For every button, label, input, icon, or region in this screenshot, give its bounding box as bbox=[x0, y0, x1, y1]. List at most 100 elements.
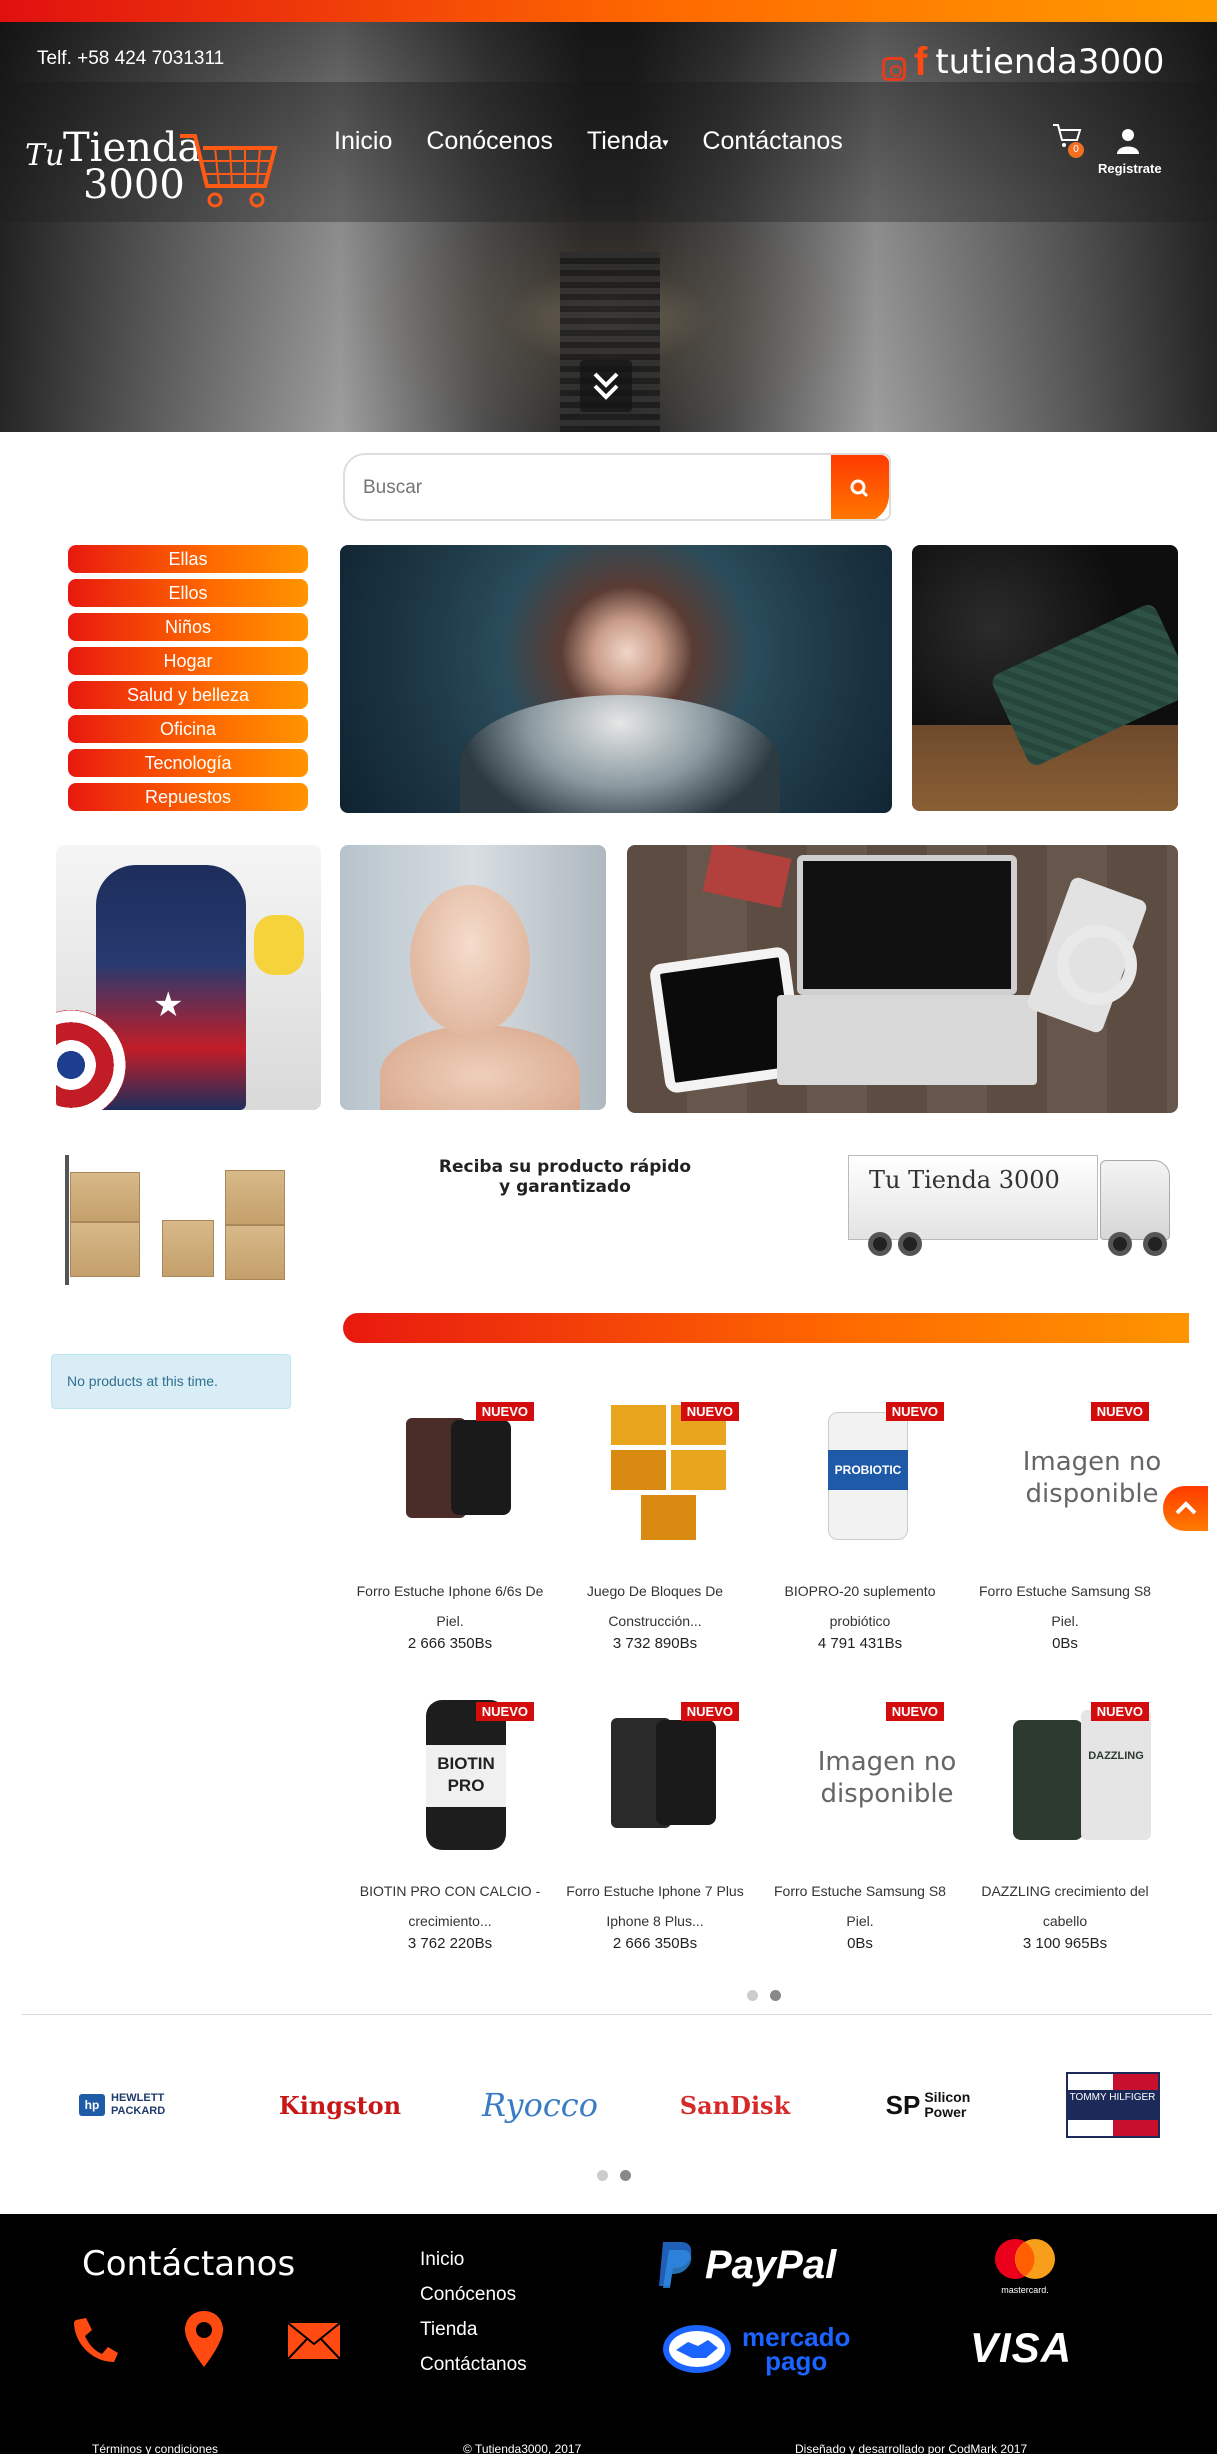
nav-conocenos[interactable]: Conócenos bbox=[426, 127, 552, 156]
footer-link-tienda[interactable]: Tienda bbox=[420, 2312, 527, 2347]
mail-icon[interactable] bbox=[287, 2322, 341, 2360]
top-accent-bar bbox=[0, 0, 1217, 22]
product-image[interactable]: NUEVO bbox=[386, 1390, 542, 1550]
category-repuestos[interactable]: Repuestos bbox=[68, 783, 308, 811]
footer-link-contactanos[interactable]: Contáctanos bbox=[420, 2347, 527, 2382]
product-image[interactable]: NUEVO BIOTIN PRO bbox=[386, 1690, 542, 1850]
carousel-dot[interactable] bbox=[747, 1990, 758, 2001]
new-badge: NUEVO bbox=[680, 1702, 739, 1721]
category-oficina[interactable]: Oficina bbox=[68, 715, 308, 743]
category-ellas[interactable]: Ellas bbox=[68, 545, 308, 573]
category-ellos[interactable]: Ellos bbox=[68, 579, 308, 607]
category-salud-belleza[interactable]: Salud y belleza bbox=[68, 681, 308, 709]
new-badge: NUEVO bbox=[680, 1402, 739, 1421]
footer-links: Inicio Conócenos Tienda Contáctanos bbox=[420, 2242, 527, 2382]
product-name[interactable]: DAZZLING crecimiento del cabello bbox=[965, 1876, 1165, 1936]
product-name[interactable]: Forro Estuche Samsung S8 Piel. bbox=[965, 1576, 1165, 1636]
product-name[interactable]: Forro Estuche Samsung S8 Piel. bbox=[760, 1876, 960, 1936]
brand-carousel-dots bbox=[597, 2170, 631, 2181]
phone-number: Telf. +58 424 7031311 bbox=[37, 48, 225, 69]
product-card[interactable]: NUEVO Imagen no disponible Forro Estuche… bbox=[760, 1690, 960, 1980]
promo-tile-tecnologia[interactable] bbox=[627, 845, 1178, 1113]
site-logo[interactable]: Tu Tienda 3000 bbox=[25, 120, 285, 220]
brand-hp[interactable]: hp HEWLETT PACKARD bbox=[60, 2060, 220, 2150]
product-name[interactable]: BIOPRO-20 suplemento probiótico bbox=[760, 1576, 960, 1636]
product-image[interactable]: NUEVO Imagen no disponible bbox=[796, 1690, 956, 1850]
brand-kingston[interactable]: Kingston bbox=[255, 2060, 425, 2150]
product-name[interactable]: Forro Estuche Iphone 7 Plus Iphone 8 Plus… bbox=[555, 1876, 755, 1936]
promo-tile-ellos[interactable] bbox=[912, 545, 1178, 811]
product-image[interactable]: NUEVO PROBIOTIC bbox=[796, 1390, 952, 1550]
product-price: 0Bs bbox=[847, 1935, 873, 1952]
footer: Contáctanos Inicio Conócenos Tienda Cont… bbox=[0, 2214, 1217, 2456]
nav-inicio[interactable]: Inicio bbox=[334, 127, 392, 156]
footer-link-inicio[interactable]: Inicio bbox=[420, 2242, 527, 2277]
location-pin-icon[interactable] bbox=[182, 2309, 226, 2369]
brand-ryocco[interactable]: Ryocco bbox=[455, 2060, 625, 2150]
search-button[interactable] bbox=[831, 455, 889, 519]
brand-carousel: hp HEWLETT PACKARD Kingston Ryocco SanDi… bbox=[60, 2060, 1180, 2150]
product-price: 4 791 431Bs bbox=[817, 1635, 903, 1652]
product-card[interactable]: NUEVO DAZZLING DAZZLING crecimiento del c… bbox=[965, 1690, 1165, 1980]
product-image[interactable]: NUEVO Imagen no disponible bbox=[1001, 1390, 1161, 1550]
carousel-dot[interactable] bbox=[770, 1990, 781, 2001]
brand-silicon-power[interactable]: SP Silicon Power bbox=[850, 2060, 1020, 2150]
paypal-icon bbox=[659, 2242, 692, 2288]
new-badge: NUEVO bbox=[1090, 1702, 1149, 1721]
cart-button[interactable]: 0 bbox=[1052, 122, 1086, 158]
chevron-up-icon bbox=[1175, 1501, 1197, 1515]
user-icon bbox=[1117, 129, 1139, 154]
no-image-placeholder: Imagen no disponible bbox=[817, 1747, 957, 1809]
carousel-dot[interactable] bbox=[597, 2170, 608, 2181]
product-image[interactable]: NUEVO bbox=[591, 1390, 747, 1550]
delivery-message: Reciba su producto rápido y garantizado bbox=[438, 1157, 692, 1197]
back-to-top-button[interactable] bbox=[1163, 1486, 1208, 1531]
promo-tile-belleza[interactable] bbox=[340, 845, 606, 1110]
divider bbox=[22, 2014, 1212, 2015]
category-hogar[interactable]: Hogar bbox=[68, 647, 308, 675]
product-name[interactable]: Juego De Bloques De Construcción... bbox=[555, 1576, 755, 1636]
product-card[interactable]: NUEVO Forro Estuche Iphone 6/6s De Piel. … bbox=[350, 1390, 550, 1680]
sp-logo-icon: SP bbox=[885, 2089, 921, 2120]
main-nav: Inicio Conócenos Tienda▾ Contáctanos bbox=[334, 127, 877, 156]
delivery-boxes-image bbox=[60, 1150, 300, 1290]
new-badge: NUEVO bbox=[475, 1702, 534, 1721]
register-button[interactable]: Registrate bbox=[1098, 128, 1162, 176]
cart-count-badge: 0 bbox=[1068, 142, 1084, 158]
brand-tommy-hilfiger[interactable]: TOMMY HILFIGER bbox=[1045, 2060, 1180, 2150]
new-badge: NUEVO bbox=[1090, 1402, 1149, 1421]
promo-tile-ninos[interactable]: ★ bbox=[56, 845, 321, 1110]
product-carousel-dots bbox=[747, 1990, 781, 2001]
category-ninos[interactable]: Niños bbox=[68, 613, 308, 641]
register-label: Registrate bbox=[1098, 161, 1162, 176]
facebook-icon[interactable]: f bbox=[914, 42, 927, 82]
product-price: 0Bs bbox=[1052, 1635, 1078, 1652]
section-divider-bar bbox=[343, 1313, 1189, 1343]
product-name[interactable]: Forro Estuche Iphone 6/6s De Piel. bbox=[350, 1576, 550, 1636]
brand-sandisk[interactable]: SanDisk bbox=[650, 2060, 820, 2150]
phone-icon[interactable] bbox=[68, 2314, 118, 2364]
search-bar bbox=[343, 453, 891, 521]
product-card[interactable]: NUEVO Imagen no disponible Forro Estuche… bbox=[965, 1390, 1165, 1680]
mastercard-logo: mastercard. bbox=[985, 2238, 1065, 2295]
product-card[interactable]: NUEVO Forro Estuche Iphone 7 Plus Iphone … bbox=[555, 1690, 755, 1980]
instagram-icon[interactable] bbox=[882, 57, 906, 81]
promo-tile-ellas[interactable] bbox=[340, 545, 892, 813]
scroll-down-button[interactable] bbox=[580, 360, 632, 412]
product-card[interactable]: NUEVO Juego De Bloques De Construcción...… bbox=[555, 1390, 755, 1680]
category-tecnologia[interactable]: Tecnología bbox=[68, 749, 308, 777]
social-links: f tutienda3000 bbox=[882, 42, 1164, 82]
search-input[interactable] bbox=[363, 473, 803, 503]
product-name[interactable]: BIOTIN PRO CON CALCIO - crecimiento... bbox=[350, 1876, 550, 1936]
carousel-dot[interactable] bbox=[620, 2170, 631, 2181]
nav-contactanos[interactable]: Contáctanos bbox=[702, 127, 842, 156]
product-image[interactable]: NUEVO DAZZLING bbox=[1001, 1690, 1157, 1850]
product-image[interactable]: NUEVO bbox=[591, 1690, 747, 1850]
hp-logo-icon: hp bbox=[79, 2094, 105, 2116]
footer-link-conocenos[interactable]: Conócenos bbox=[420, 2277, 527, 2312]
cart-logo-icon bbox=[180, 134, 278, 208]
nav-tienda[interactable]: Tienda▾ bbox=[587, 127, 669, 156]
product-price: 3 100 965Bs bbox=[1022, 1935, 1108, 1952]
product-card[interactable]: NUEVO PROBIOTIC BIOPRO-20 suplemento prob… bbox=[760, 1390, 960, 1680]
product-card[interactable]: NUEVO BIOTIN PRO BIOTIN PRO CON CALCIO -c… bbox=[350, 1690, 550, 1980]
